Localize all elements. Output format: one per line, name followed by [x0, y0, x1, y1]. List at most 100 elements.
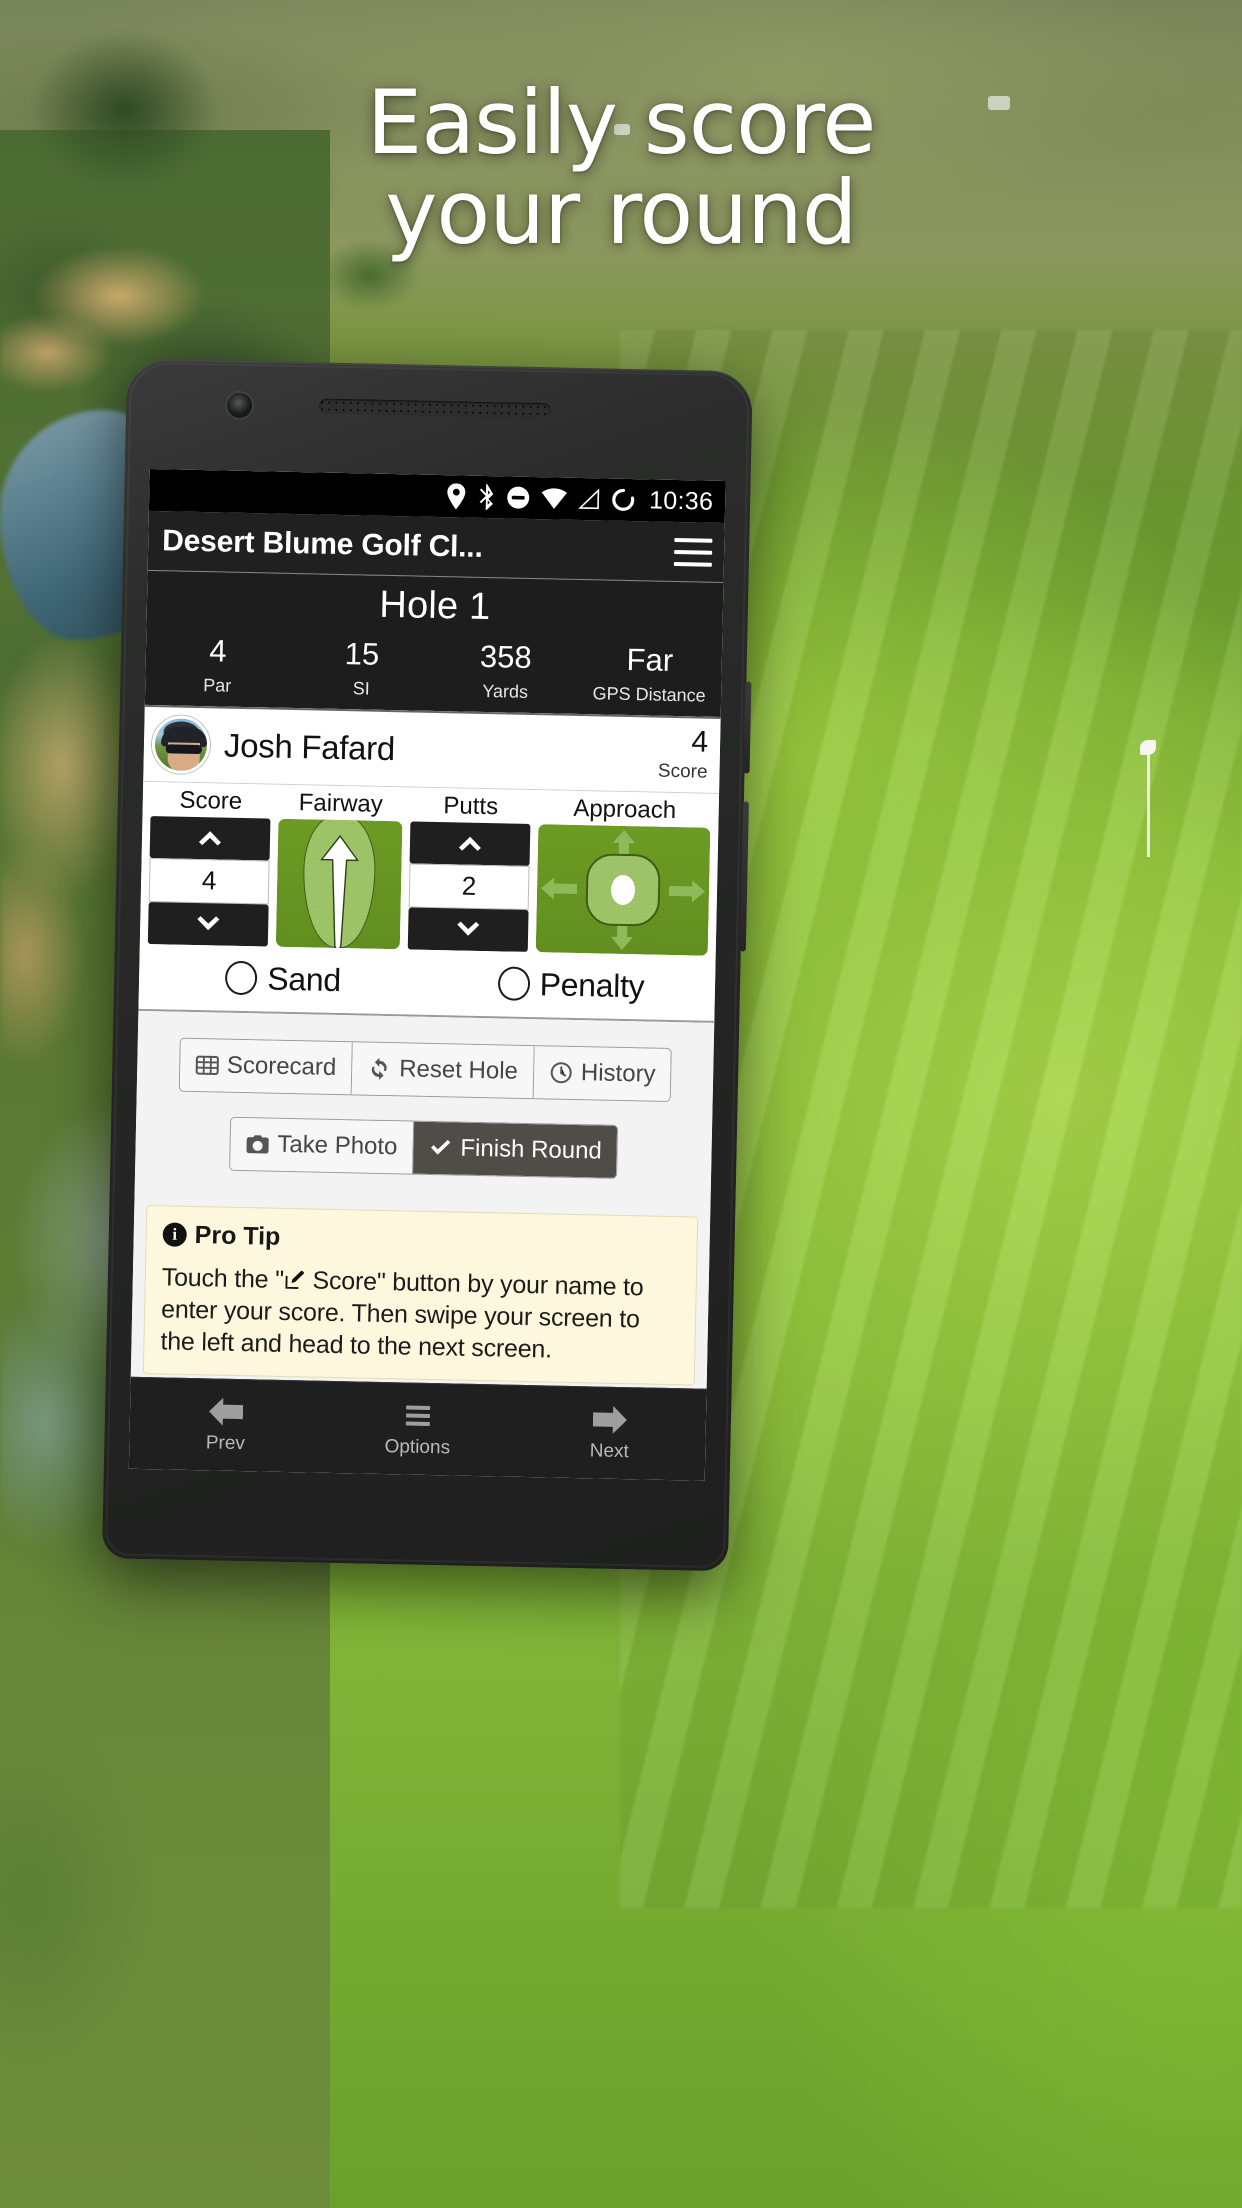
putts-increment-button[interactable]	[409, 821, 531, 866]
finish-round-label: Finish Round	[460, 1134, 603, 1165]
stat-yards-label: Yards	[482, 680, 529, 702]
take-photo-label: Take Photo	[277, 1130, 398, 1160]
score-decrement-button[interactable]	[147, 901, 269, 947]
player-name: Josh Fafard	[223, 726, 396, 767]
hole-stats-row: 4 Par 15 SI 358 Yards Far GPS Distance	[145, 633, 722, 707]
approach-selector[interactable]	[535, 823, 711, 956]
headline-line-2: your round	[385, 160, 857, 264]
penalty-label: Penalty	[539, 965, 645, 1004]
player-row[interactable]: Josh Fafard 4 Score	[143, 704, 721, 794]
avatar	[151, 714, 211, 774]
clock-icon	[550, 1061, 572, 1083]
widget-row: 4 2	[140, 813, 719, 956]
hole-header: Hole 1 4 Par 15 SI 358 Yards Far GPS Dis…	[144, 570, 724, 717]
scorecard-label: Scorecard	[226, 1051, 337, 1081]
chevron-up-icon	[458, 836, 481, 851]
widget-header-score: Score	[179, 786, 243, 815]
score-stepper: 4	[147, 815, 271, 947]
check-icon	[430, 1139, 451, 1155]
wifi-icon	[541, 488, 567, 509]
sand-toggle[interactable]: Sand	[139, 957, 428, 1000]
fairway-hit-arrow-icon	[320, 834, 360, 949]
pro-tip-body-before: Touch the "	[161, 1262, 285, 1294]
stat-gps-label: GPS Distance	[592, 682, 706, 706]
location-pin-icon	[447, 483, 466, 510]
chevron-down-icon	[457, 921, 480, 936]
do-not-disturb-icon	[507, 486, 530, 509]
promo-headline: Easily score your round	[0, 78, 1242, 258]
headline-line-1: Easily score	[366, 71, 877, 174]
reset-hole-button[interactable]: Reset Hole	[351, 1041, 535, 1098]
nav-prev-button[interactable]: Prev	[129, 1394, 322, 1456]
camera-icon	[246, 1134, 269, 1154]
widget-header-fairway: Fairway	[298, 788, 384, 818]
finish-round-button[interactable]: Finish Round	[412, 1121, 618, 1178]
putts-decrement-button[interactable]	[407, 907, 529, 952]
bottom-navigation: Prev Options Next	[128, 1376, 707, 1481]
stat-si: 15 SI	[289, 636, 434, 701]
chevron-down-icon	[197, 916, 220, 931]
penalty-toggle[interactable]: Penalty	[427, 963, 716, 1006]
arrow-right-icon	[592, 1405, 627, 1434]
nav-next-button[interactable]: Next	[513, 1402, 706, 1464]
putts-value[interactable]: 2	[408, 863, 530, 910]
page-title: Desert Blume Golf Cl...	[161, 523, 484, 564]
hazard-toggles: Sand Penalty	[138, 943, 716, 1023]
arrow-left-icon	[209, 1397, 244, 1426]
edit-score-icon	[285, 1270, 305, 1289]
nav-options-label: Options	[384, 1435, 451, 1458]
chevron-up-icon	[198, 831, 221, 846]
putts-stepper: 2	[407, 821, 531, 952]
scorecard-button[interactable]: Scorecard	[179, 1038, 353, 1094]
approach-left-arrow-icon[interactable]	[541, 873, 578, 904]
reset-hole-label: Reset Hole	[398, 1054, 519, 1085]
flagstick-icon	[1147, 745, 1150, 857]
info-icon: i	[162, 1222, 187, 1247]
stat-si-value: 15	[344, 636, 380, 672]
penalty-radio-icon[interactable]	[497, 966, 531, 1002]
flag-icon	[1140, 740, 1156, 755]
stat-yards: 358 Yards	[433, 639, 578, 704]
stat-par-label: Par	[203, 674, 232, 696]
history-button[interactable]: History	[533, 1045, 672, 1101]
widget-header-putts: Putts	[443, 791, 499, 820]
action-area: Scorecard Reset Hole History Take Photo	[130, 1010, 715, 1389]
primary-button-group: Scorecard Reset Hole History	[178, 1037, 673, 1102]
take-photo-button[interactable]: Take Photo	[229, 1117, 414, 1174]
widget-header-approach: Approach	[573, 794, 677, 824]
fairway-selector[interactable]	[275, 818, 403, 949]
hamburger-menu-icon[interactable]	[673, 537, 713, 567]
phone-screen: 10:36 Desert Blume Golf Cl... Hole 1 4 P…	[128, 468, 726, 1481]
player-score[interactable]: 4 Score	[657, 724, 709, 783]
table-icon	[195, 1055, 219, 1075]
phone-mockup: 10:36 Desert Blume Golf Cl... Hole 1 4 P…	[101, 358, 753, 1572]
stat-par: 4 Par	[145, 633, 290, 698]
phone-chin	[102, 1470, 730, 1571]
score-value[interactable]: 4	[148, 857, 270, 905]
pro-tip-heading-label: Pro Tip	[194, 1220, 281, 1251]
history-label: History	[580, 1058, 656, 1088]
status-bar-clock: 10:36	[648, 485, 714, 516]
list-menu-icon	[405, 1405, 431, 1426]
scoring-widgets: Score Fairway Putts Approach 4 2	[139, 781, 720, 956]
stat-par-value: 4	[208, 633, 227, 669]
cell-signal-icon	[578, 488, 600, 510]
nav-prev-label: Prev	[205, 1431, 246, 1454]
refresh-icon	[371, 1057, 387, 1080]
battery-icon	[612, 488, 635, 511]
player-score-value: 4	[691, 724, 709, 759]
bluetooth-icon	[479, 483, 494, 511]
pro-tip-body: Touch the " Score" button by your name t…	[160, 1261, 680, 1368]
stat-si-label: SI	[352, 677, 370, 699]
sand-radio-icon[interactable]	[224, 960, 258, 996]
score-increment-button[interactable]	[149, 815, 271, 861]
approach-right-arrow-icon[interactable]	[668, 875, 706, 906]
sand-label: Sand	[266, 960, 342, 998]
nav-options-button[interactable]: Options	[321, 1398, 514, 1460]
player-score-label: Score	[657, 760, 708, 783]
stat-gps-distance[interactable]: Far GPS Distance	[577, 642, 722, 707]
pro-tip-heading: i Pro Tip	[162, 1220, 680, 1260]
nav-next-label: Next	[589, 1439, 630, 1462]
hole-title: Hole 1	[378, 583, 491, 629]
pro-tip-panel: i Pro Tip Touch the " Score" button by y…	[142, 1204, 699, 1386]
